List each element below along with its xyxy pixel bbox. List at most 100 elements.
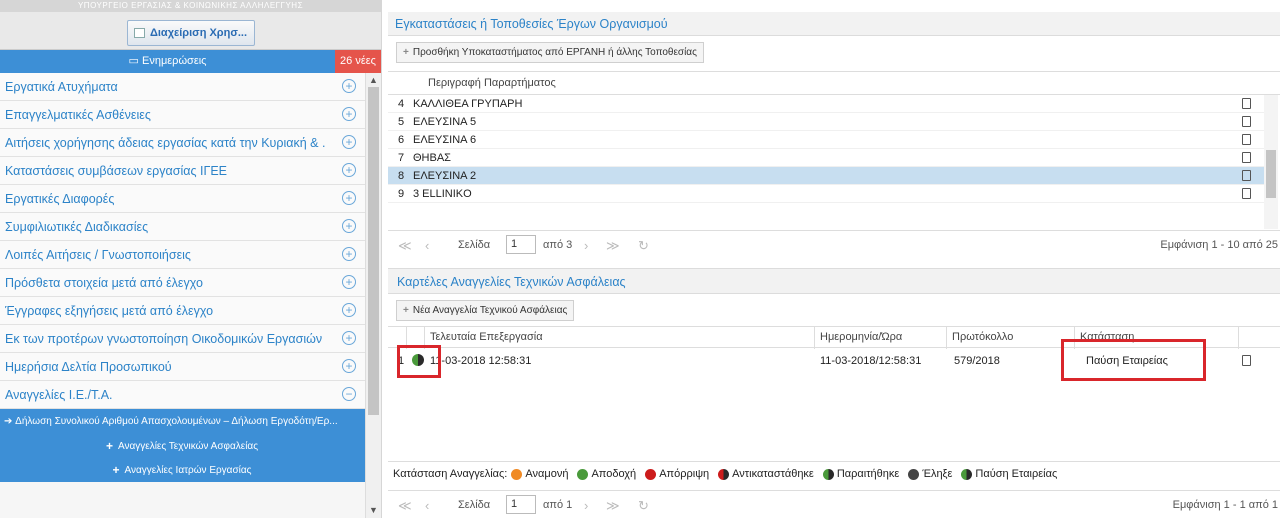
submenu-item-safety-technicians[interactable]: + Αναγγελίες Τεχνικών Ασφαλείας: [0, 434, 364, 458]
add-branch-button[interactable]: + Προσθήκη Υποκαταστήματος από ΕΡΓΑΝΗ ή ά…: [396, 42, 704, 63]
installations-panel-title: Εγκαταστάσεις ή Τοποθεσίες Έργων Οργανισ…: [388, 12, 1280, 36]
scrollbar-thumb[interactable]: [368, 87, 379, 415]
pager-info: Εμφάνιση 1 - 10 από 25: [1160, 239, 1278, 251]
legend-label: Αντικαταστάθηκε: [732, 468, 814, 480]
column-header-description[interactable]: Περιγραφή Παραρτήματος: [428, 77, 556, 89]
row-description: ΕΛΕΥΣΙΝΑ 6: [413, 134, 477, 146]
sidebar-scrollbar[interactable]: ▲ ▼: [365, 73, 381, 518]
legend-item-accepted: Αποδοχή: [577, 468, 636, 480]
menu-label: Λοιπές Αιτήσεις / Γνωστοποιήσεις: [5, 247, 191, 262]
menu-item-construction-notice[interactable]: Εκ των προτέρων γνωστοποίηση Οικοδομικών…: [0, 325, 366, 353]
installations-grid-header: Περιγραφή Παραρτήματος: [388, 71, 1280, 95]
installations-scrollbar[interactable]: [1264, 95, 1278, 229]
row-number: 6: [398, 134, 405, 146]
plus-icon: +: [112, 463, 120, 477]
expand-icon[interactable]: +: [342, 303, 356, 317]
scroll-down-icon[interactable]: ▼: [369, 505, 378, 515]
document-icon[interactable]: [1242, 98, 1251, 109]
row-number: 5: [398, 116, 405, 128]
expand-icon[interactable]: +: [342, 135, 356, 149]
user-icon: [133, 28, 145, 38]
page-label: Σελίδα: [458, 499, 491, 511]
first-page-icon[interactable]: ≪: [398, 238, 412, 254]
expand-icon[interactable]: +: [342, 247, 356, 261]
menu-item-work-accidents[interactable]: Εργατικά Ατυχήματα +: [0, 73, 366, 101]
legend-label: Έληξε: [922, 468, 953, 480]
next-page-icon[interactable]: ›: [584, 238, 588, 253]
document-icon[interactable]: [1242, 355, 1251, 366]
expand-icon[interactable]: +: [342, 191, 356, 205]
menu-label: Συμφιλιωτικές Διαδικασίες: [5, 219, 149, 234]
menu-item-conciliation[interactable]: Συμφιλιωτικές Διαδικασίες +: [0, 213, 366, 241]
page-label: Σελίδα: [458, 239, 491, 251]
menu-item-sunday-permits[interactable]: Αιτήσεις χορήγησης άδειας εργασίας κατά …: [0, 129, 366, 157]
table-row[interactable]: 7 ΘΗΒΑΣ: [388, 149, 1268, 167]
next-page-icon[interactable]: ›: [584, 498, 588, 513]
notifications-bar[interactable]: ▭ Ενημερώσεις 26 νέες: [0, 50, 381, 73]
menu-label: Αιτήσεις χορήγησης άδειας εργασίας κατά …: [5, 135, 325, 150]
expand-icon[interactable]: +: [342, 331, 356, 345]
last-page-icon[interactable]: ≫: [606, 498, 620, 514]
column-header-last-edit[interactable]: Τελευταία Επεξεργασία: [430, 331, 543, 343]
expand-icon[interactable]: +: [342, 275, 356, 289]
menu-item-additional-data[interactable]: Πρόσθετα στοιχεία μετά από έλεγχο +: [0, 269, 366, 297]
last-page-icon[interactable]: ≫: [606, 238, 620, 254]
document-icon[interactable]: [1242, 170, 1251, 181]
table-row-selected[interactable]: 8 ΕΛΕΥΣΙΝΑ 2: [388, 167, 1268, 185]
submenu-header[interactable]: ➔ Δήλωση Συνολικού Αριθμού Απασχολουμένω…: [0, 409, 364, 434]
submenu-item-label: Αναγγελίες Τεχνικών Ασφαλείας: [117, 440, 259, 452]
prev-page-icon[interactable]: ‹: [425, 498, 429, 513]
table-row[interactable]: 5 ΕΛΕΥΣΙΝΑ 5: [388, 113, 1268, 131]
table-row[interactable]: 4 ΚΑΛΛΙΘΕΑ ΓΡΥΠΑΡΗ: [388, 95, 1268, 113]
submenu: ➔ Δήλωση Συνολικού Αριθμού Απασχολουμένω…: [0, 409, 366, 482]
first-page-icon[interactable]: ≪: [398, 498, 412, 514]
main-content: Εγκαταστάσεις ή Τοποθεσίες Έργων Οργανισ…: [388, 0, 1280, 518]
document-icon[interactable]: [1242, 188, 1251, 199]
menu-label: Εκ των προτέρων γνωστοποίηση Οικοδομικών…: [5, 331, 323, 346]
new-safety-announcement-button[interactable]: + Νέα Αναγγελία Τεχνικού Ασφάλειας: [396, 300, 575, 321]
expand-icon[interactable]: +: [342, 79, 356, 93]
expand-icon[interactable]: +: [342, 359, 356, 373]
table-row[interactable]: 6 ΕΛΕΥΣΙΝΑ 6: [388, 131, 1268, 149]
menu-item-written-explanations[interactable]: Έγγραφες εξηγήσεις μετά από έλεγχο +: [0, 297, 366, 325]
user-management-button[interactable]: Διαχείριση Χρησ...: [126, 20, 255, 46]
prev-page-icon[interactable]: ‹: [425, 238, 429, 253]
menu-item-occupational-diseases[interactable]: Επαγγελματικές Ασθένειες +: [0, 101, 366, 129]
legend-label: Παύση Εταιρείας: [975, 468, 1058, 480]
collapse-icon[interactable]: −: [342, 387, 356, 401]
menu-item-ie-ta-announcements[interactable]: Αναγγελίες Ι.Ε./Τ.Α. −: [0, 381, 366, 409]
menu-item-labor-disputes[interactable]: Εργατικές Διαφορές +: [0, 185, 366, 213]
gray-dot-icon: [908, 468, 920, 480]
column-header-protocol[interactable]: Πρωτόκολλο: [952, 331, 1013, 343]
page-input[interactable]: 1: [506, 235, 536, 254]
table-row[interactable]: 9 3 ELLINIKO: [388, 185, 1268, 203]
menu-item-igee-contracts[interactable]: Καταστάσεις συμβάσεων εργασίας ΙΓΕΕ +: [0, 157, 366, 185]
document-icon[interactable]: [1242, 152, 1251, 163]
refresh-icon[interactable]: ↻: [638, 498, 649, 514]
refresh-icon[interactable]: ↻: [638, 238, 649, 254]
document-icon[interactable]: [1242, 134, 1251, 145]
scrollbar-thumb[interactable]: [1266, 150, 1276, 198]
submenu-item-label: Αναγγελίες Ιατρών Εργασίας: [124, 464, 252, 476]
row-number: 8: [398, 170, 405, 182]
notifications-label[interactable]: ▭ Ενημερώσεις: [0, 50, 335, 73]
legend-title: Κατάσταση Αναγγελίας:: [393, 468, 508, 480]
menu-label: Επαγγελματικές Ασθένειες: [5, 107, 151, 122]
expand-icon[interactable]: +: [342, 163, 356, 177]
menu-item-daily-staff[interactable]: Ημερήσια Δελτία Προσωπικού +: [0, 353, 366, 381]
menu-label: Εργατικά Ατυχήματα: [5, 79, 118, 94]
row-description: ΕΛΕΥΣΙΝΑ 2: [413, 170, 477, 182]
document-icon[interactable]: [1242, 116, 1251, 127]
expand-icon[interactable]: +: [342, 107, 356, 121]
row-datetime: 11-03-2018/12:58:31: [820, 355, 922, 367]
left-panel: ΥΠΟΥΡΓΕΙΟ ΕΡΓΑΣΙΑΣ & ΚΟΙΝΩΝΙΚΗΣ ΑΛΛΗΛΕΓΓ…: [0, 0, 382, 518]
installations-grid-body: 4 ΚΑΛΛΙΘΕΑ ΓΡΥΠΑΡΗ 5 ΕΛΕΥΣΙΝΑ 5 6 ΕΛΕΥΣΙΝΑ …: [388, 95, 1268, 203]
installations-pager: ≪ ‹ Σελίδα 1 από 3 › ≫ ↻ Εμφάνιση 1 - 10…: [388, 230, 1280, 258]
menu-item-other-requests[interactable]: Λοιπές Αιτήσεις / Γνωστοποιήσεις +: [0, 241, 366, 269]
scroll-up-icon[interactable]: ▲: [369, 75, 378, 85]
ministry-header: ΥΠΟΥΡΓΕΙΟ ΕΡΓΑΣΙΑΣ & ΚΟΙΝΩΝΙΚΗΣ ΑΛΛΗΛΕΓΓ…: [0, 0, 381, 12]
expand-icon[interactable]: +: [342, 219, 356, 233]
column-header-datetime[interactable]: Ημερομηνία/Ώρα: [820, 331, 902, 343]
page-input[interactable]: 1: [506, 495, 536, 514]
submenu-item-occupational-doctors[interactable]: + Αναγγελίες Ιατρών Εργασίας: [0, 458, 364, 482]
